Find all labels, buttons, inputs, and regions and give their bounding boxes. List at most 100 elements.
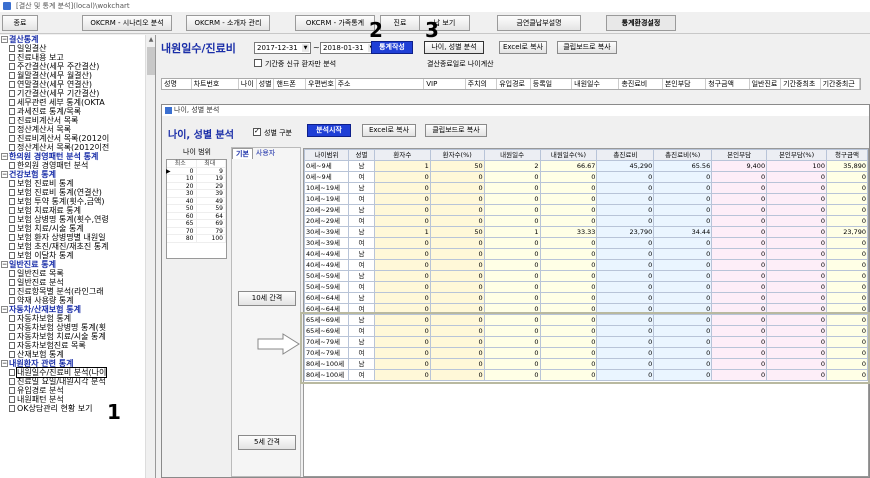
table-cell[interactable]: 0 [539, 325, 598, 337]
column-header[interactable]: 기간중최초 [781, 79, 821, 89]
tree-item[interactable]: 진료항목별 분석(라인그래 [0, 287, 155, 296]
age-gender-analysis-button[interactable]: 나이, 성별 분석 [424, 41, 484, 54]
column-header[interactable]: 기간중최근 [821, 79, 861, 89]
table-cell[interactable]: 1 [373, 226, 431, 238]
table-cell[interactable]: 0 [483, 215, 541, 227]
table-cell[interactable]: 0 [539, 358, 598, 370]
column-header[interactable]: 나이 [239, 79, 257, 89]
table-cell[interactable]: 0 [596, 336, 655, 348]
table-cell[interactable]: 0 [766, 259, 827, 271]
column-header[interactable]: 유입경로 [497, 79, 531, 89]
table-cell[interactable]: 0 [483, 182, 541, 194]
tree-item[interactable]: 내원패턴 분석 [0, 395, 155, 404]
table-cell[interactable]: 여 [347, 215, 375, 227]
table-cell[interactable]: 0 [766, 215, 827, 227]
table-cell[interactable]: 0 [711, 237, 768, 249]
table-cell[interactable]: 0 [429, 270, 485, 282]
tree-item[interactable]: 보험 진료비 통계(연결산) [0, 188, 155, 197]
column-header[interactable]: 총진료비 [619, 79, 663, 89]
table-cell[interactable]: 0 [653, 215, 713, 227]
table-cell[interactable]: 0 [483, 336, 541, 348]
table-cell[interactable]: 0 [766, 303, 827, 315]
tree-item[interactable]: 자동차보험 통계 [0, 314, 155, 323]
table-cell[interactable]: 0 [373, 292, 431, 304]
table-cell[interactable]: 0세~9세 [304, 160, 349, 172]
table-cell[interactable]: 0 [653, 270, 713, 282]
tree-item[interactable]: 유입경로 분석 [0, 386, 155, 395]
table-cell[interactable]: 0 [539, 314, 598, 326]
table-cell[interactable]: 0 [766, 171, 827, 183]
table-cell[interactable]: 70세~79세 [304, 336, 349, 348]
table-cell[interactable]: 0 [429, 292, 485, 304]
table-row[interactable]: 80세~100세 여 0 0 0 0 0 0 0 0 0 [304, 369, 868, 381]
column-header[interactable]: 성별 [257, 79, 275, 89]
table-cell[interactable]: 0 [825, 248, 868, 260]
age-max-cell[interactable]: 29 [197, 182, 226, 189]
table-cell[interactable]: 남 [347, 204, 375, 216]
table-cell[interactable]: 0 [483, 270, 541, 282]
table-cell[interactable]: 여 [347, 171, 375, 183]
copy-excel-button[interactable]: Excel로 복사 [499, 41, 547, 54]
column-header[interactable]: 성명 [162, 79, 192, 89]
table-cell[interactable]: 0 [483, 248, 541, 260]
table-cell[interactable]: 0 [711, 270, 768, 282]
table-cell[interactable]: 0 [711, 325, 768, 337]
table-cell[interactable]: 9,400 [711, 160, 768, 172]
table-cell[interactable]: 0 [711, 281, 768, 293]
table-cell[interactable]: 0 [711, 347, 768, 359]
table-cell[interactable]: 30세~39세 [304, 237, 349, 249]
table-cell[interactable]: 0 [766, 182, 827, 194]
table-row[interactable]: 40세~49세 남 0 0 0 0 0 0 0 0 0 [304, 248, 868, 260]
table-cell[interactable]: 0 [711, 292, 768, 304]
table-cell[interactable]: 0 [766, 281, 827, 293]
dialog-copy-clipboard-button[interactable]: 클립보드로 복사 [425, 124, 487, 137]
table-cell[interactable]: 0 [373, 347, 431, 359]
table-cell[interactable]: 0 [373, 325, 431, 337]
table-row[interactable]: 0세~9세 여 0 0 0 0 0 0 0 0 0 [304, 171, 868, 183]
tree-item[interactable]: 보험 투약 통계(횟수,금액) [0, 197, 155, 206]
table-cell[interactable]: 0 [653, 336, 713, 348]
column-header[interactable]: 핸드폰 [274, 79, 306, 89]
table-cell[interactable]: 23,790 [825, 226, 868, 238]
age-range-row[interactable]: 70 79 [167, 227, 226, 235]
age-min-cell[interactable]: 30 [167, 190, 197, 197]
table-cell[interactable]: 0 [483, 193, 541, 205]
table-cell[interactable]: 남 [347, 248, 375, 260]
table-cell[interactable]: 0 [766, 204, 827, 216]
scroll-thumb[interactable] [147, 47, 155, 75]
table-cell[interactable]: 0 [825, 215, 868, 227]
age-min-cell[interactable]: 40 [167, 197, 197, 204]
table-cell[interactable]: 0 [483, 325, 541, 337]
age-range-row[interactable]: 09 [167, 167, 226, 175]
table-cell[interactable]: 0 [596, 347, 655, 359]
table-cell[interactable]: 66.67 [539, 160, 598, 172]
table-row[interactable]: 50세~59세 남 0 0 0 0 0 0 0 0 0 [304, 270, 868, 282]
table-cell[interactable]: 35,890 [825, 160, 868, 172]
table-cell[interactable]: 65세~69세 [304, 325, 349, 337]
table-cell[interactable]: 0 [429, 369, 485, 381]
tree-item[interactable]: 일일결산 [0, 44, 155, 53]
table-cell[interactable]: 0 [825, 358, 868, 370]
table-cell[interactable]: 여 [347, 237, 375, 249]
table-cell[interactable]: 0 [373, 171, 431, 183]
tab-basic[interactable]: 기본 [232, 148, 253, 159]
table-cell[interactable]: 0 [483, 237, 541, 249]
copy-clipboard-button[interactable]: 클립보드로 복사 [557, 41, 617, 54]
tree-category[interactable]: − 일반진료 통계 [0, 260, 155, 269]
table-cell[interactable]: 0 [825, 270, 868, 282]
table-cell[interactable]: 0 [539, 303, 598, 315]
column-header[interactable]: 청구금액 [706, 79, 750, 89]
table-cell[interactable]: 50 [429, 160, 485, 172]
tree-item[interactable]: 기간결산(세무 기간결산) [0, 89, 155, 98]
table-cell[interactable]: 0 [539, 336, 598, 348]
table-row[interactable]: 30세~39세 남 1 50 1 33.33 23,790 34.44 0 0 23,790 [304, 226, 868, 238]
crm-scenario-button[interactable]: OKCRM - 시나리오 분석 [82, 15, 172, 31]
age-max-cell[interactable]: 100 [197, 235, 226, 242]
tree-item[interactable]: 월말결산(세무 월결산) [0, 71, 155, 80]
table-cell[interactable]: 0 [596, 325, 655, 337]
collapse-icon[interactable]: − [1, 36, 8, 43]
table-cell[interactable]: 0 [539, 237, 598, 249]
table-cell[interactable]: 0 [596, 237, 655, 249]
table-cell[interactable]: 10세~19세 [304, 193, 349, 205]
age-range-row[interactable]: 10 19 [167, 175, 226, 183]
